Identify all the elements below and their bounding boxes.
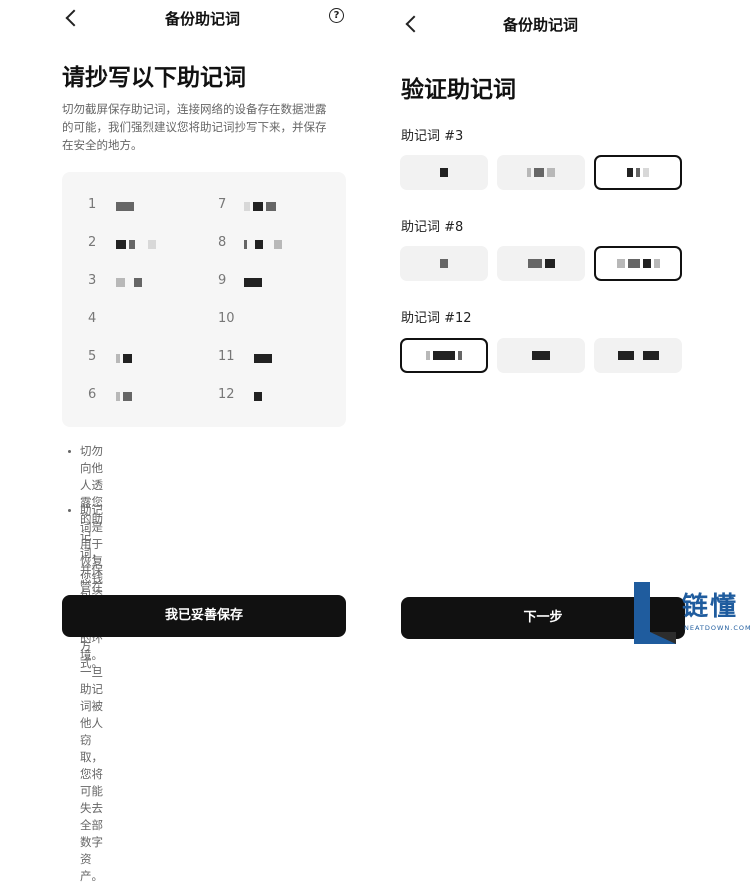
back-arrow-icon[interactable] [405, 15, 423, 33]
bullet-dot [68, 450, 71, 453]
page-title: 请抄写以下助记词 [62, 65, 246, 91]
word-number: 3 [88, 273, 97, 288]
warning-description: 切勿截屏保存助记词，连接网络的设备存在数据泄露 的可能，我们强烈建议您将助记词抄… [62, 100, 327, 154]
word-option[interactable] [594, 338, 682, 373]
mnemonic-word-panel: 1 2 3 4 5 6 7 8 9 10 11 12 [62, 172, 346, 427]
saved-confirm-button[interactable]: 我已妥善保存 [62, 595, 346, 637]
page-title: 验证助记词 [401, 77, 516, 103]
masked-word [116, 240, 156, 249]
word-number: 6 [88, 387, 97, 402]
masked-word [116, 202, 134, 211]
section-label-12: 助记词 #12 [401, 311, 472, 326]
word-option[interactable] [497, 246, 585, 281]
section-label-8: 助记词 #8 [401, 220, 464, 235]
word-option[interactable] [400, 246, 488, 281]
bullet-dot [68, 509, 71, 512]
word-number: 12 [218, 387, 235, 402]
word-number: 8 [218, 235, 227, 250]
word-number: 2 [88, 235, 97, 250]
word-options-3 [400, 155, 684, 192]
word-option[interactable] [400, 155, 488, 190]
help-icon[interactable]: ? [329, 8, 344, 23]
word-number: 9 [218, 273, 227, 288]
masked-word [116, 392, 132, 401]
section-label-3: 助记词 #3 [401, 129, 464, 144]
description-line: 在安全的地方。 [62, 138, 143, 152]
masked-word [244, 202, 276, 211]
description-line: 的可能，我们强烈建议您将助记词抄写下来，并保存 [62, 120, 327, 134]
word-options-12 [400, 338, 684, 375]
masked-word [254, 354, 272, 363]
watermark-logo: 链懂 NEATDOWN.COM [632, 580, 750, 647]
masked-word [116, 354, 132, 363]
watermark-l-mark-icon [634, 582, 676, 644]
word-option[interactable] [497, 338, 585, 373]
nav-title: 备份助记词 [503, 16, 579, 34]
masked-word [254, 392, 262, 401]
word-number: 5 [88, 349, 97, 364]
watermark-text: 链懂 [682, 592, 739, 622]
word-number: 10 [218, 311, 235, 326]
masked-word [244, 240, 282, 249]
word-option-selected[interactable] [594, 246, 682, 281]
word-number: 11 [218, 349, 235, 364]
word-options-8 [400, 246, 684, 283]
word-option-selected[interactable] [400, 338, 488, 373]
nav-title: 备份助记词 [165, 10, 241, 28]
masked-word [244, 278, 262, 287]
word-number: 4 [88, 311, 97, 326]
masked-word [116, 278, 142, 287]
backup-screen: 备份助记词 ? 请抄写以下助记词 切勿截屏保存助记词，连接网络的设备存在数据泄露… [0, 0, 372, 883]
word-number: 1 [88, 197, 97, 212]
word-option[interactable] [497, 155, 585, 190]
verify-screen: 备份助记词 验证助记词 助记词 #3 助记词 #8 助记词 #12 下一步 [378, 0, 750, 647]
word-option-selected[interactable] [594, 155, 682, 190]
watermark-subtext: NEATDOWN.COM [684, 624, 750, 632]
back-arrow-icon[interactable] [65, 9, 83, 27]
description-line: 切勿截屏保存助记词，连接网络的设备存在数据泄露 [62, 102, 327, 116]
word-number: 7 [218, 197, 227, 212]
bullet-line: 全部数字资产。 [80, 818, 103, 883]
